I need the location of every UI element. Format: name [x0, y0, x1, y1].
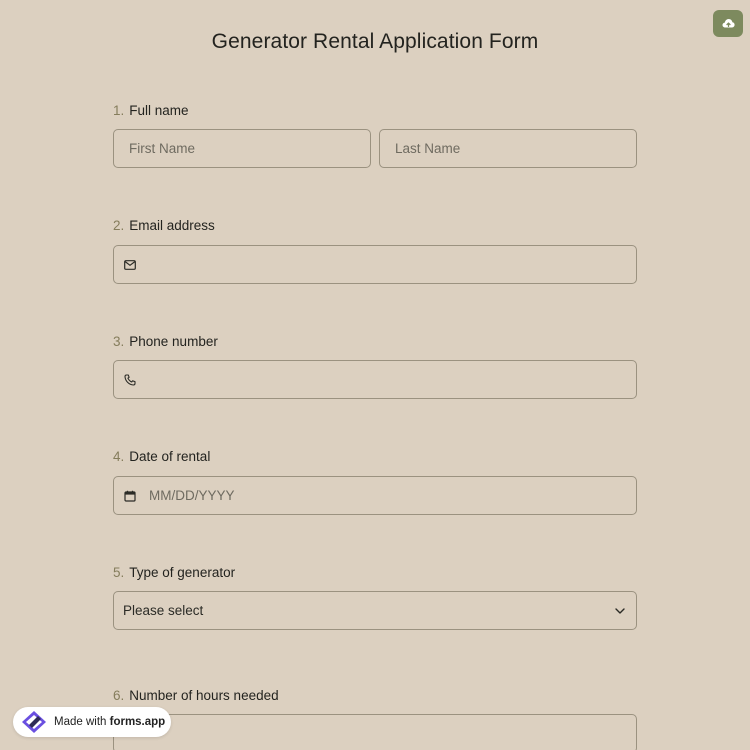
- made-with-badge[interactable]: Made with forms.app: [13, 707, 171, 737]
- question-label: 3. Phone number: [113, 333, 637, 351]
- date-field[interactable]: MM/DD/YYYY: [113, 476, 637, 515]
- question-text: Email address: [129, 218, 215, 233]
- badge-prefix: Made with: [54, 716, 110, 728]
- question-email: 2. Email address: [113, 217, 637, 235]
- badge-brand: forms.app: [109, 716, 166, 728]
- question-label: 4. Date of rental: [113, 448, 637, 466]
- question-text: Number of hours needed: [129, 688, 279, 703]
- cloud-upload-icon: [722, 18, 735, 29]
- question-full-name: 1. Full name: [113, 102, 637, 120]
- last-name-placeholder: Last Name: [395, 141, 461, 156]
- date-placeholder: MM/DD/YYYY: [149, 488, 235, 503]
- question-number: 2.: [113, 218, 125, 233]
- phone-field[interactable]: [113, 360, 637, 399]
- phone-icon: [124, 373, 138, 387]
- envelope-icon: [124, 258, 138, 272]
- question-text: Type of generator: [129, 565, 236, 580]
- question-number: 1.: [113, 103, 125, 118]
- question-phone: 3. Phone number: [113, 333, 637, 351]
- hours-field[interactable]: [113, 714, 637, 750]
- question-number: 5.: [113, 565, 125, 580]
- question-generator-type: 5. Type of generator: [113, 564, 637, 582]
- generator-type-select[interactable]: Please select: [113, 591, 637, 630]
- question-date: 4. Date of rental: [113, 448, 637, 466]
- last-name-field[interactable]: Last Name: [379, 129, 637, 168]
- question-text: Full name: [129, 103, 189, 118]
- question-text: Phone number: [129, 334, 218, 349]
- form-page: Generator Rental Application Form 1. Full…: [0, 0, 750, 750]
- question-label: 6. Number of hours needed: [113, 687, 637, 705]
- first-name-placeholder: First Name: [129, 141, 196, 156]
- question-number: 6.: [113, 688, 125, 703]
- email-field[interactable]: [113, 245, 637, 284]
- first-name-field[interactable]: First Name: [113, 129, 371, 168]
- question-text: Date of rental: [129, 449, 211, 464]
- question-hours: 6. Number of hours needed: [113, 687, 637, 705]
- question-number: 4.: [113, 449, 125, 464]
- forms-app-logo-icon: [19, 710, 49, 734]
- question-number: 3.: [113, 334, 125, 349]
- question-label: 1. Full name: [113, 102, 637, 120]
- question-label: 5. Type of generator: [113, 564, 637, 582]
- calendar-icon: [124, 489, 138, 503]
- select-value: Please select: [123, 603, 204, 618]
- badge-text: Made with forms.app: [54, 716, 165, 728]
- question-label: 2. Email address: [113, 217, 637, 235]
- form-title: Generator Rental Application Form: [211, 30, 539, 53]
- chevron-down-icon: [615, 607, 625, 614]
